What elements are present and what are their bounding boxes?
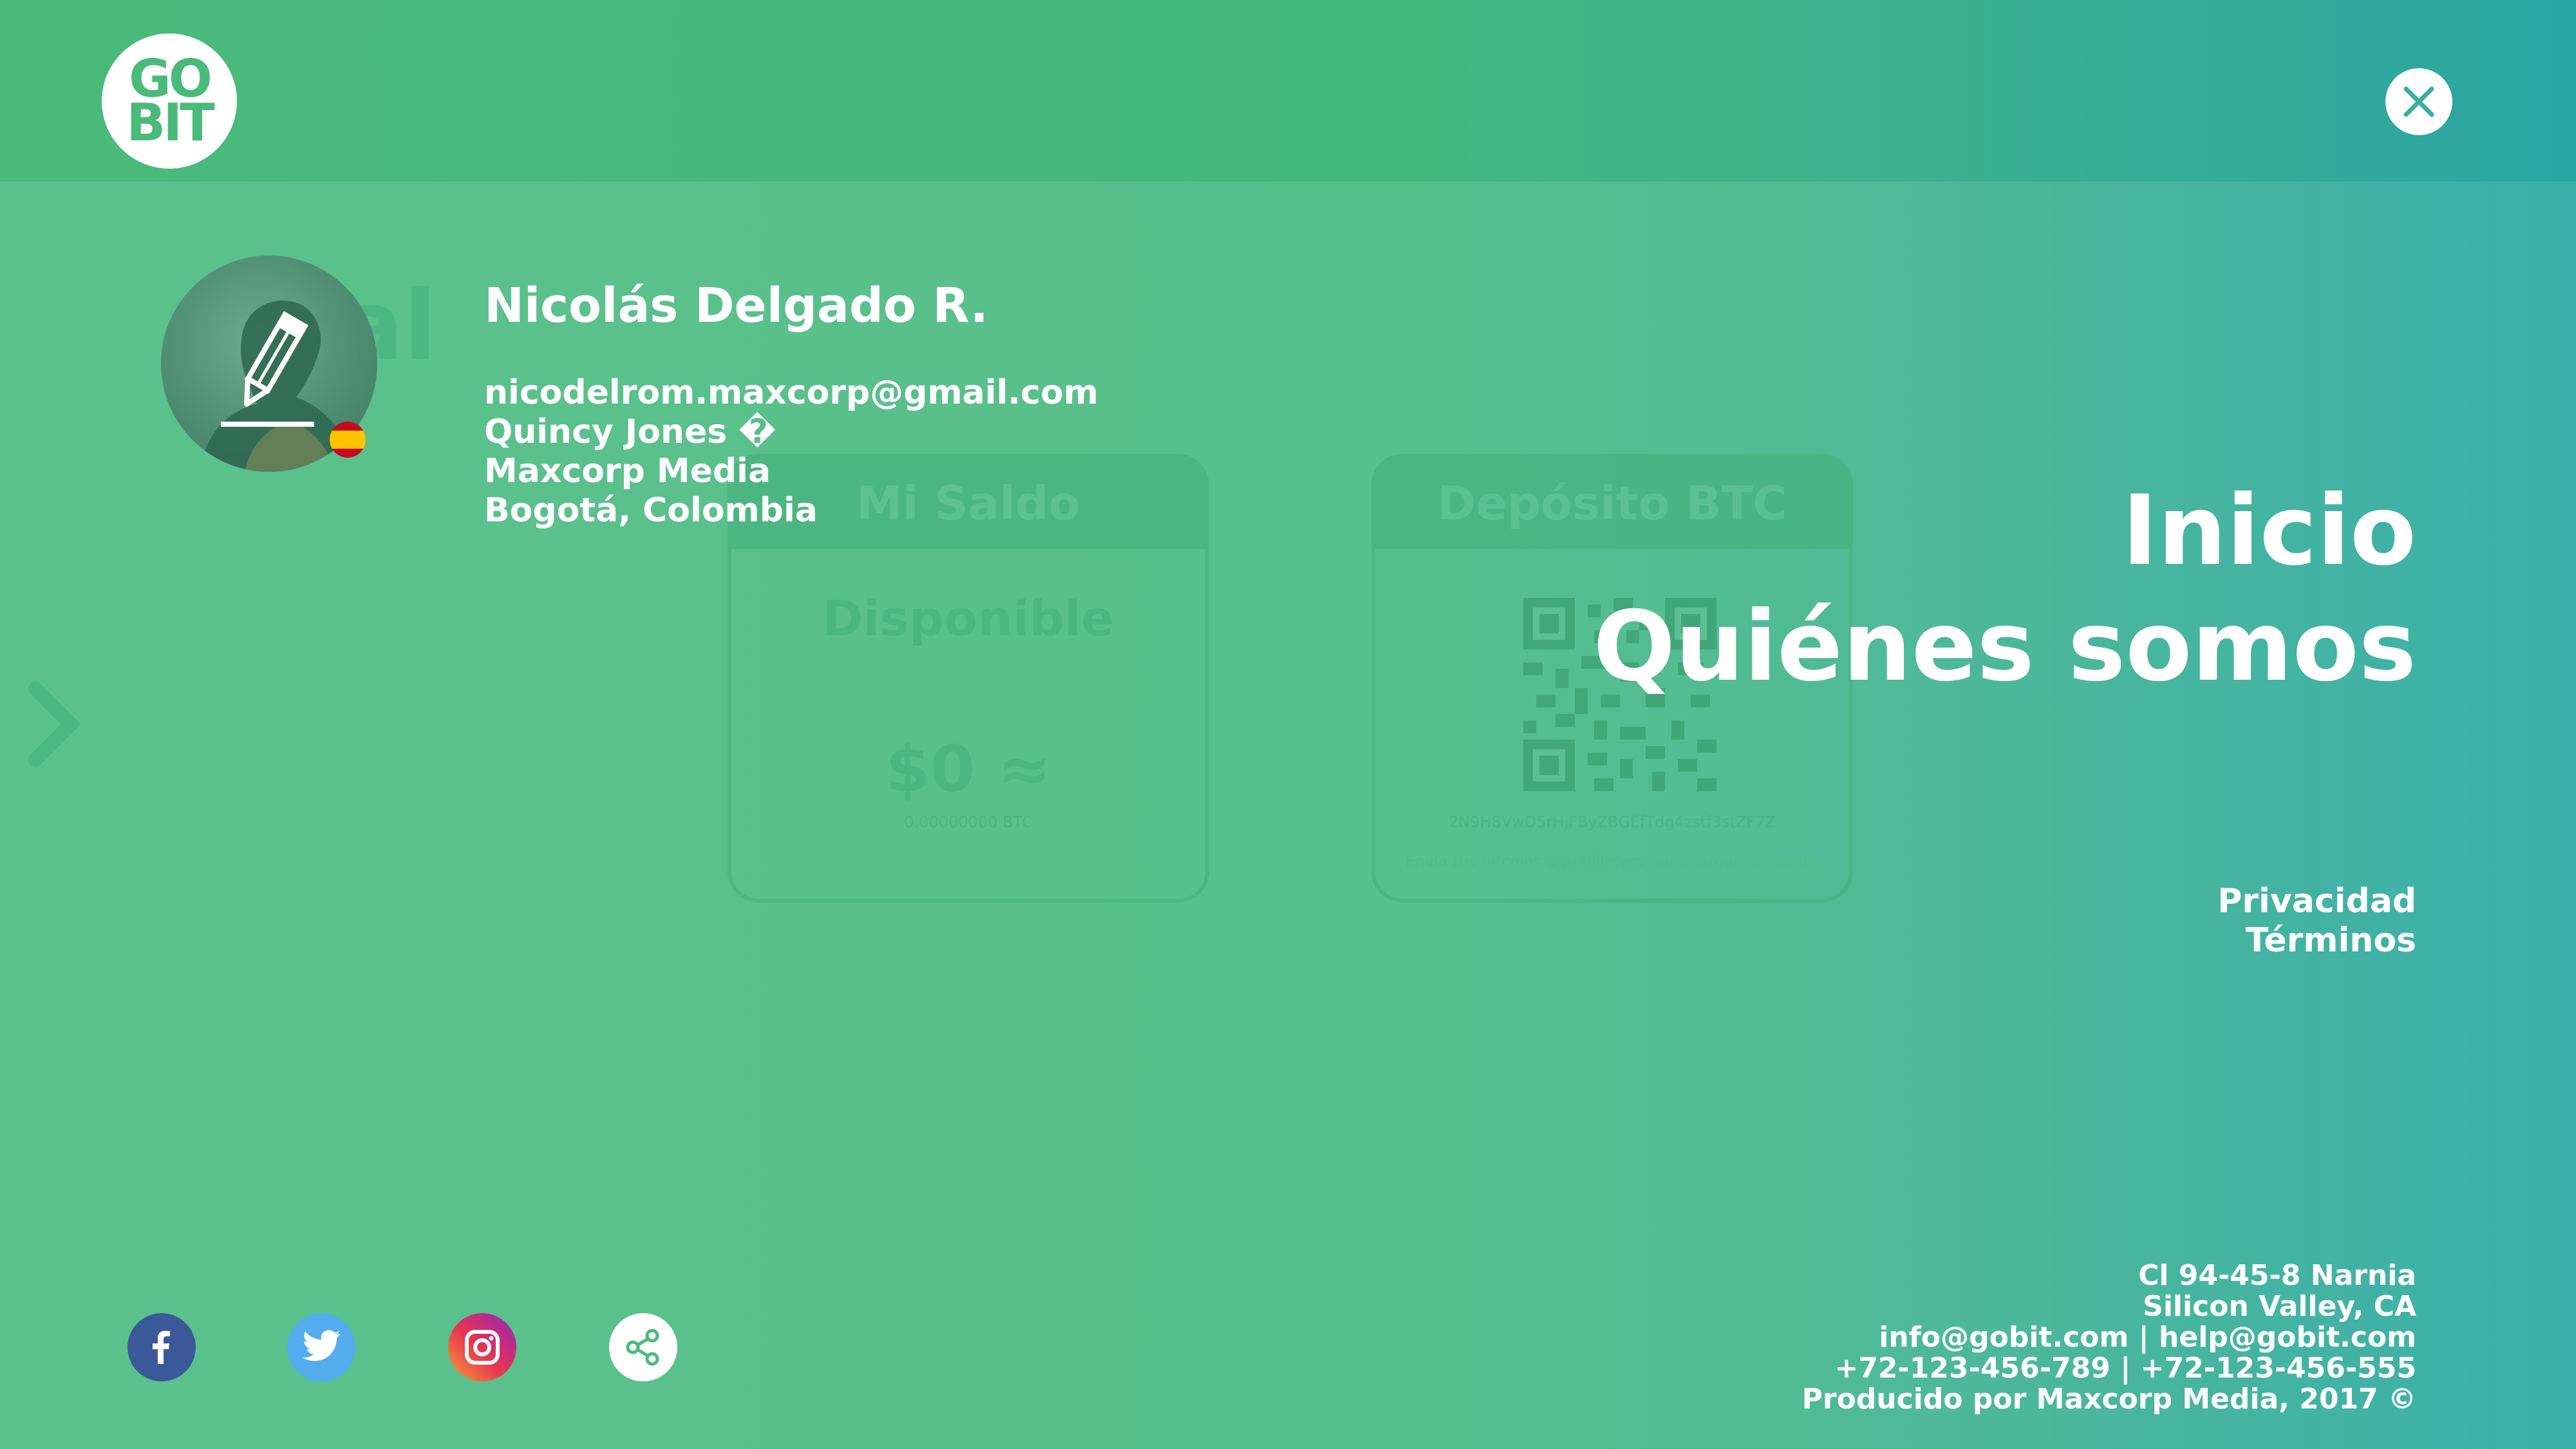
footer-phones: +72-123-456-789 | +72-123-456-555 bbox=[1834, 1352, 2416, 1385]
menu-item-quienes-somos[interactable]: Quiénes somos bbox=[1594, 589, 2416, 705]
profile-company: Maxcorp Media bbox=[484, 452, 771, 491]
footer-credit: Producido por Maxcorp Media, 2017 © bbox=[1801, 1383, 2416, 1416]
menu-item-inicio[interactable]: Inicio bbox=[1594, 473, 2416, 589]
chevron-right-icon[interactable] bbox=[26, 679, 84, 769]
gobit-logo[interactable]: GO BIT bbox=[102, 33, 237, 169]
balance-label: Disponible bbox=[822, 590, 1114, 647]
footer-contact: Cl 94-45-8 Narnia Silicon Valley, CA inf… bbox=[1802, 1260, 2416, 1415]
instagram-icon bbox=[465, 1330, 500, 1365]
legal-links: Privacidad Términos bbox=[2217, 882, 2416, 960]
profile-email: nicodelrom.maxcorp@gmail.com bbox=[484, 373, 1098, 412]
edit-pencil-icon[interactable] bbox=[218, 301, 321, 429]
background-dashboard: eral Mi Saldo Disponible $0 ≈ 0.00000000… bbox=[0, 0, 2576, 1449]
footer-address-2: Silicon Valley, CA bbox=[2143, 1290, 2416, 1323]
balance-btc: 0.00000000 BTC bbox=[904, 813, 1033, 831]
terms-link[interactable]: Términos bbox=[2217, 921, 2416, 960]
close-icon bbox=[2403, 86, 2434, 117]
instagram-button[interactable] bbox=[448, 1313, 516, 1381]
profile-contact: Quincy Jones � bbox=[484, 413, 776, 451]
close-button[interactable] bbox=[2385, 68, 2452, 135]
balance-amount: $0 ≈ bbox=[885, 731, 1051, 807]
share-icon bbox=[626, 1329, 659, 1366]
footer-emails[interactable]: info@gobit.com | help@gobit.com bbox=[1802, 1322, 2416, 1353]
profile-name: Nicolás Delgado R. bbox=[484, 278, 989, 333]
logo-line-2: BIT bbox=[126, 93, 214, 153]
facebook-button[interactable] bbox=[127, 1313, 196, 1381]
header-bar: GO BIT bbox=[0, 0, 2576, 182]
share-button[interactable] bbox=[609, 1313, 677, 1381]
profile-location: Bogotá, Colombia bbox=[484, 491, 818, 530]
deposit-address: 2N9H8VwD5rHjFByZBGEfTdg4zstf3stZF7Z bbox=[1449, 813, 1776, 831]
spain-flag-icon bbox=[330, 422, 366, 458]
main-menu: Inicio Quiénes somos bbox=[1594, 473, 2416, 705]
footer-address-1: Cl 94-45-8 Narnia bbox=[2138, 1259, 2416, 1292]
profile-details: nicodelrom.maxcorp@gmail.com Quincy Jone… bbox=[484, 373, 1098, 530]
deposit-hint: Envía tus bitcoins a tu billetera para c… bbox=[1405, 852, 1819, 870]
privacy-link[interactable]: Privacidad bbox=[2217, 882, 2416, 921]
twitter-button[interactable] bbox=[287, 1313, 355, 1381]
twitter-icon bbox=[302, 1330, 341, 1361]
facebook-icon bbox=[153, 1331, 170, 1364]
